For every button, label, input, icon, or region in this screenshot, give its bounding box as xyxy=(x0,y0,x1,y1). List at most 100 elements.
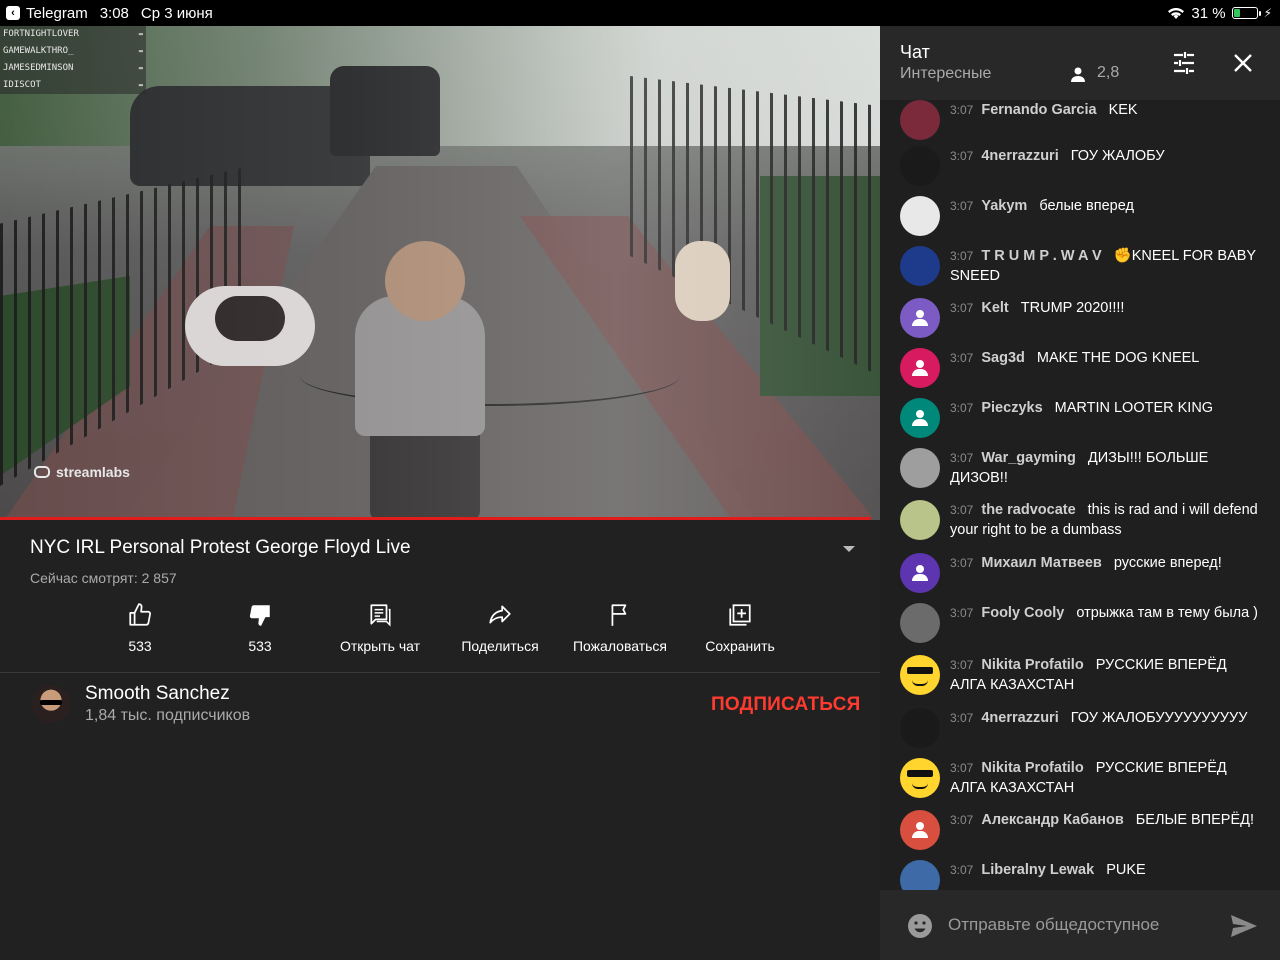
chat-message-time: 3:07 xyxy=(950,149,974,163)
channel-avatar[interactable] xyxy=(32,685,70,723)
chat-message-body: 3:07 Александр Кабанов БЕЛЫЕ ВПЕРЁД! xyxy=(950,810,1262,830)
chat-message-text: ГОУ ЖАЛОБУ xyxy=(1070,148,1165,164)
chat-message-body: 3:07 War_gayming ДИЗЫ!!! БОЛЬШЕ ДИЗОВ!! xyxy=(950,448,1262,488)
chat-viewer-count: 2,8 xyxy=(1097,64,1120,81)
chat-author-avatar[interactable] xyxy=(900,348,940,388)
dislike-button[interactable]: 533 xyxy=(200,602,320,654)
chat-message-body: 3:07 4nerrazzuri ГОУ ЖАЛОБУУУУУУУУУУ xyxy=(950,708,1262,728)
chat-author-name[interactable]: Александр Кабанов xyxy=(981,812,1123,828)
action-bar: 533 533 Открыть чат Поделиться Пожаловат… xyxy=(80,602,800,654)
chat-author-name[interactable]: Yakym xyxy=(981,198,1027,214)
chat-author-name[interactable]: Liberalny Lewak xyxy=(981,862,1094,878)
chat-message-body: 3:07 Liberalny Lewak PUKE xyxy=(950,860,1262,880)
chat-mode-selector[interactable]: Интересные xyxy=(900,65,991,83)
chat-author-name[interactable]: the radvocate xyxy=(981,502,1075,518)
tune-settings-icon[interactable] xyxy=(1171,50,1197,76)
chat-message-text: TRUMP 2020!!!! xyxy=(1020,300,1125,316)
chat-author-name[interactable]: Sag3d xyxy=(981,350,1025,366)
chat-author-avatar[interactable] xyxy=(900,298,940,338)
default-avatar-icon xyxy=(912,360,928,376)
open-chat-button[interactable]: Открыть чат xyxy=(320,602,440,654)
chat-author-name[interactable]: Kelt xyxy=(981,300,1008,316)
chat-author-name[interactable]: 4nerrazzuri xyxy=(981,710,1058,726)
chat-author-name[interactable]: Nikita Profatilo xyxy=(981,760,1083,776)
chat-message-text: MAKE THE DOG KNEEL xyxy=(1036,350,1200,366)
chat-author-name[interactable]: War_gayming xyxy=(981,450,1076,466)
chat-author-avatar[interactable] xyxy=(900,655,940,695)
chat-author-avatar[interactable] xyxy=(900,603,940,643)
share-button[interactable]: Поделиться xyxy=(440,602,560,654)
donor-row: GAMEWALKTHRO_ ▬ xyxy=(0,43,146,60)
expand-description-icon[interactable] xyxy=(843,546,855,552)
chat-message-time: 3:07 xyxy=(950,606,974,620)
video-progress-bar[interactable] xyxy=(0,517,880,520)
chat-author-avatar[interactable] xyxy=(900,860,940,890)
donor-amount-bar: ▬ xyxy=(138,47,143,55)
back-app-label: Telegram xyxy=(26,4,88,22)
wifi-icon xyxy=(1168,8,1185,19)
chat-message-input[interactable] xyxy=(948,910,1218,940)
chat-author-avatar[interactable] xyxy=(900,553,940,593)
donor-name: IDISCOT xyxy=(3,80,41,90)
chat-message-text: KEK xyxy=(1108,102,1138,118)
chat-message-time: 3:07 xyxy=(950,301,974,315)
chat-input-bar xyxy=(880,890,1280,960)
chat-author-name[interactable]: Михаил Матвеев xyxy=(981,555,1101,571)
donor-row: JAMESEDMINSON ▬ xyxy=(0,60,146,77)
chat-author-name[interactable]: T R U M P . W A V xyxy=(981,248,1101,264)
emoji-icon[interactable] xyxy=(907,913,933,939)
send-icon[interactable] xyxy=(1230,914,1258,938)
chat-message-body: 3:07 Nikita Profatilo РУССКИЕ ВПЕРЁД АЛГА … xyxy=(950,758,1262,798)
chat-author-avatar[interactable] xyxy=(900,448,940,488)
chat-author-name[interactable]: 4nerrazzuri xyxy=(981,148,1058,164)
section-divider xyxy=(0,672,880,673)
donor-row: IDISCOT ▬ xyxy=(0,77,146,94)
chat-author-avatar[interactable] xyxy=(900,146,940,186)
back-to-app[interactable]: ‹ Telegram 3:08 Ср 3 июня xyxy=(0,5,213,22)
chat-author-avatar[interactable] xyxy=(900,100,940,140)
chat-message-time: 3:07 xyxy=(950,761,974,775)
chat-message-text: отрыжка там в тему была ) xyxy=(1076,605,1259,621)
report-button[interactable]: Пожаловаться xyxy=(560,602,680,654)
chat-author-avatar[interactable] xyxy=(900,246,940,286)
chat-author-avatar[interactable] xyxy=(900,708,940,748)
save-playlist-icon xyxy=(729,604,751,626)
chat-message-time: 3:07 xyxy=(950,863,974,877)
chat-message-text: MARTIN LOOTER KING xyxy=(1054,400,1214,416)
chat-author-avatar[interactable] xyxy=(900,500,940,540)
chat-message-body: 3:07 Yakym белые вперед xyxy=(950,196,1262,216)
viewer-count: Сейчас смотрят: 2 857 xyxy=(30,570,177,586)
back-arrow-icon: ‹ xyxy=(6,6,20,20)
channel-name[interactable]: Smooth Sanchez xyxy=(85,683,230,705)
video-title: NYC IRL Personal Protest George Floyd Li… xyxy=(30,537,411,558)
chat-message-body: 3:07 T R U M P . W A V ✊KNEEL FOR BABY SNE… xyxy=(950,246,1262,286)
chat-message-body: 3:07 Pieczyks MARTIN LOOTER KING xyxy=(950,398,1262,418)
chat-message-body: 3:07 Kelt TRUMP 2020!!!! xyxy=(950,298,1262,318)
chat-author-name[interactable]: Fernando Garcia xyxy=(981,102,1096,118)
chat-message-time: 3:07 xyxy=(950,711,974,725)
chat-message-list[interactable]: 3:07 Fernando Garcia KEK 3:07 4nerrazzuri ГОУ… xyxy=(880,100,1280,890)
chat-message-body: 3:07 Fooly Cooly отрыжка там в тему была ) xyxy=(950,603,1262,623)
chat-author-name[interactable]: Pieczyks xyxy=(981,400,1042,416)
chat-author-name[interactable]: Nikita Profatilo xyxy=(981,657,1083,673)
chat-message-time: 3:07 xyxy=(950,503,974,517)
chat-message-time: 3:07 xyxy=(950,401,974,415)
person-icon xyxy=(1071,67,1085,82)
chat-message-text: русские вперед! xyxy=(1113,555,1222,571)
status-date: Ср 3 июня xyxy=(140,4,213,22)
subscribe-button[interactable]: ПОДПИСАТЬСЯ xyxy=(711,694,860,716)
close-icon[interactable] xyxy=(1231,51,1255,75)
chat-author-name[interactable]: Fooly Cooly xyxy=(981,605,1064,621)
save-button[interactable]: Сохранить xyxy=(680,602,800,654)
chat-author-avatar[interactable] xyxy=(900,758,940,798)
chat-message-text: ГОУ ЖАЛОБУУУУУУУУУУ xyxy=(1070,710,1248,726)
donor-row: FORTNIGHTLOVER ▬ xyxy=(0,26,146,43)
chat-author-avatar[interactable] xyxy=(900,810,940,850)
video-player[interactable]: FORTNIGHTLOVER ▬ GAMEWALKTHRO_ ▬ JAMESEDMI… xyxy=(0,26,880,520)
status-time: 3:08 xyxy=(99,4,129,22)
chat-author-avatar[interactable] xyxy=(900,196,940,236)
like-button[interactable]: 533 xyxy=(80,602,200,654)
chat-message-body: 3:07 the radvocate this is rad and i will … xyxy=(950,500,1262,540)
chat-message-time: 3:07 xyxy=(950,813,974,827)
chat-author-avatar[interactable] xyxy=(900,398,940,438)
